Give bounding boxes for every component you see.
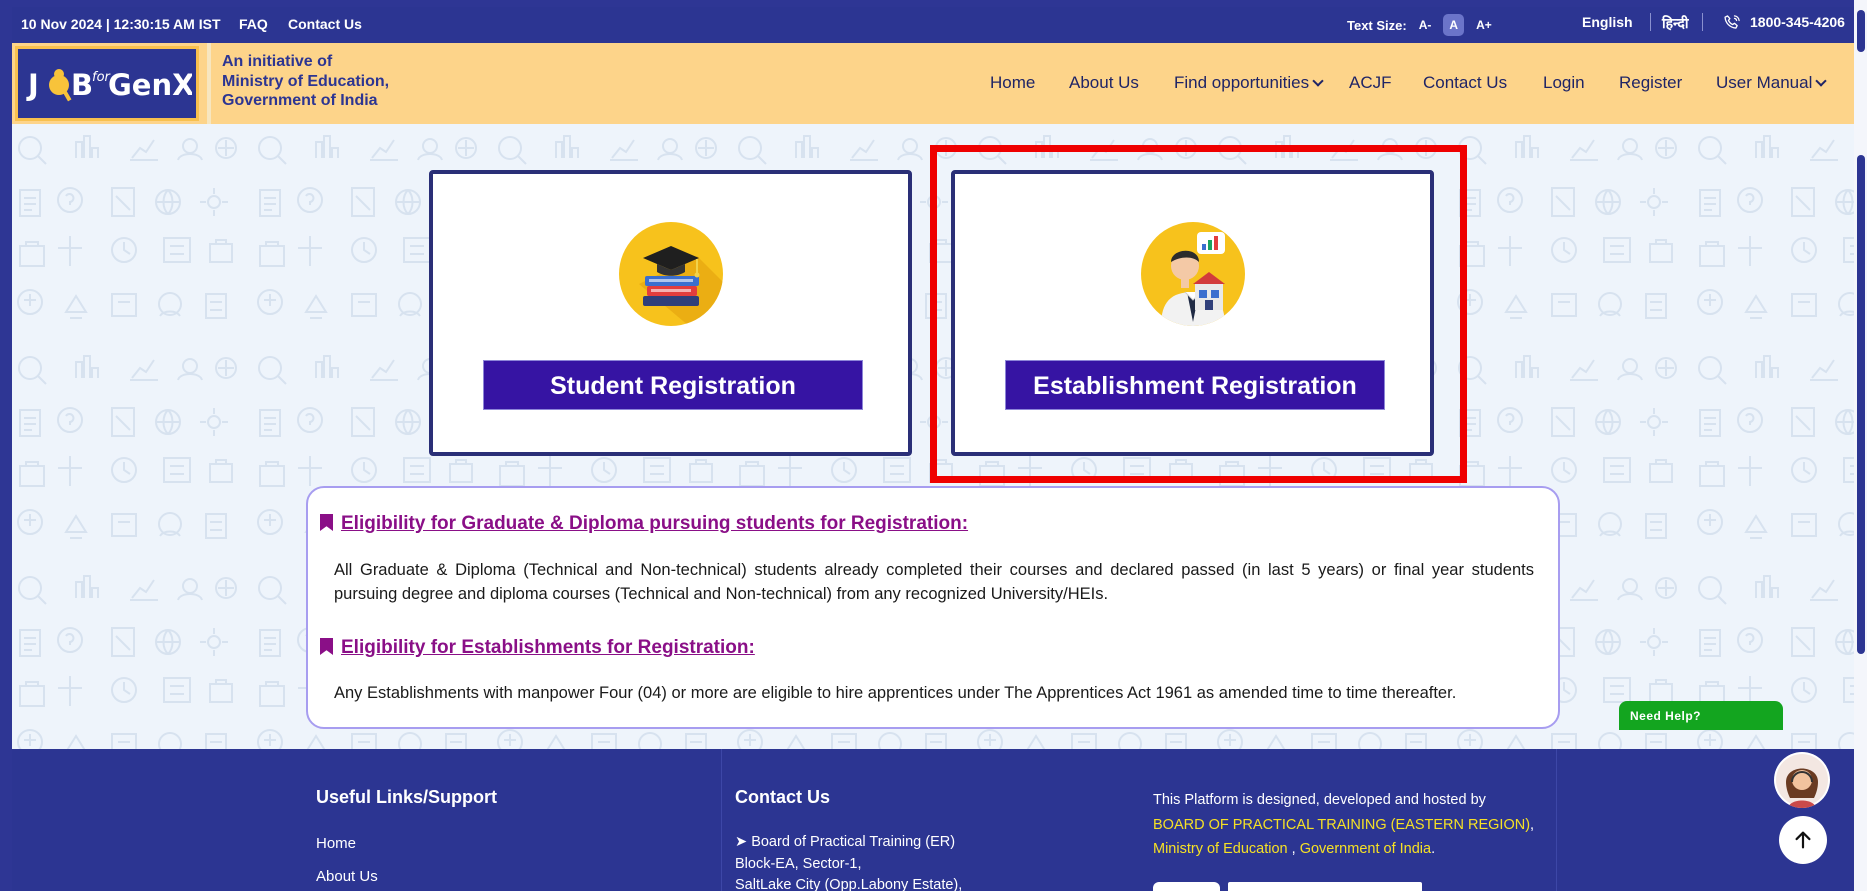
initiative-text: An initiative of Ministry of Education, … xyxy=(222,53,390,109)
need-help-button[interactable]: Need Help? xyxy=(1619,701,1783,730)
businessman-building-icon xyxy=(1140,222,1245,326)
assistant-avatar-icon xyxy=(1776,754,1828,808)
footer-link-home[interactable]: Home xyxy=(316,835,356,852)
nav-register[interactable]: Register xyxy=(1619,73,1682,93)
nav-find-opportunities[interactable]: Find opportunities xyxy=(1174,73,1324,93)
language-hindi-link[interactable]: हिन्दी xyxy=(1662,14,1688,33)
bookmark-icon xyxy=(320,638,333,655)
faq-link[interactable]: FAQ xyxy=(239,16,268,32)
divider xyxy=(1650,13,1651,31)
bookmark-icon xyxy=(320,514,333,531)
footer-address: ➤ Board of Practical Training (ER) Block… xyxy=(735,834,963,891)
site-logo[interactable]: J B for GenX xyxy=(15,46,199,121)
jobforgenx-logo-icon: J B for GenX xyxy=(26,68,192,102)
eligibility-info-box: Eligibility for Graduate & Diploma pursu… xyxy=(306,486,1560,729)
government-link[interactable]: Government of India xyxy=(1300,841,1431,857)
svg-text:B: B xyxy=(71,68,93,102)
nav-about-us[interactable]: About Us xyxy=(1069,73,1139,93)
chat-assistant-avatar[interactable] xyxy=(1774,752,1830,808)
text-size-control: Text Size: A- A A+ xyxy=(1347,14,1498,36)
top-utility-bar: 10 Nov 2024 | 12:30:15 AM IST FAQ Contac… xyxy=(12,7,1854,43)
chevron-down-icon xyxy=(1815,75,1828,87)
text-size-decrease-button[interactable]: A- xyxy=(1413,14,1438,36)
graduate-eligibility-text: All Graduate & Diploma (Technical and No… xyxy=(334,561,1534,603)
establishment-registration-card[interactable]: Establishment Registration xyxy=(951,170,1434,456)
scrollbar-thumb[interactable] xyxy=(1857,155,1865,654)
current-datetime: 10 Nov 2024 | 12:30:15 AM IST xyxy=(21,16,221,32)
board-link[interactable]: BOARD OF PRACTICAL TRAINING (EASTERN REG… xyxy=(1153,817,1530,833)
nav-home[interactable]: Home xyxy=(990,73,1035,93)
svg-text:J: J xyxy=(26,68,39,102)
footer-badge[interactable] xyxy=(1153,882,1220,891)
scroll-to-top-button[interactable] xyxy=(1779,816,1827,864)
text-size-normal-button[interactable]: A xyxy=(1443,14,1465,36)
text-size-increase-button[interactable]: A+ xyxy=(1470,14,1498,36)
divider xyxy=(1556,749,1557,891)
divider xyxy=(207,43,211,124)
chevron-down-icon xyxy=(1312,75,1324,87)
phone-icon xyxy=(1722,13,1742,36)
site-footer: Useful Links/Support Home About Us Conta… xyxy=(12,749,1854,891)
text-size-label: Text Size: xyxy=(1347,17,1407,33)
arrow-up-icon xyxy=(1795,831,1811,849)
site-header: J B for GenX An initiative of Ministry o… xyxy=(12,43,1854,124)
student-registration-button[interactable]: Student Registration xyxy=(483,360,863,410)
language-english-link[interactable]: English xyxy=(1582,14,1633,30)
footer-contact-heading: Contact Us xyxy=(735,787,831,807)
nav-contact-us[interactable]: Contact Us xyxy=(1423,73,1507,93)
graduate-eligibility-heading: Eligibility for Graduate & Diploma pursu… xyxy=(320,512,968,535)
useful-links-heading: Useful Links/Support xyxy=(316,787,498,807)
location-arrow-icon: ➤ xyxy=(735,834,748,850)
top-contact-link[interactable]: Contact Us xyxy=(288,16,362,32)
footer-link-about-us[interactable]: About Us xyxy=(316,868,378,885)
establishment-eligibility-text: Any Establishments with manpower Four (0… xyxy=(334,684,1457,702)
footer-badge[interactable] xyxy=(1228,882,1422,891)
nav-acjf[interactable]: ACJF xyxy=(1349,73,1392,93)
svg-text:GenX: GenX xyxy=(108,68,192,102)
divider xyxy=(1702,13,1703,31)
nav-login[interactable]: Login xyxy=(1543,73,1585,93)
establishment-registration-button[interactable]: Establishment Registration xyxy=(1005,360,1385,410)
ministry-link[interactable]: Ministry of Education xyxy=(1153,841,1288,857)
helpline-number[interactable]: 1800-345-4206 xyxy=(1750,14,1845,30)
student-registration-card[interactable]: Student Registration xyxy=(429,170,912,456)
establishment-eligibility-heading: Eligibility for Establishments for Regis… xyxy=(320,636,755,659)
scrollbar-top-segment xyxy=(1857,10,1865,52)
nav-user-manual[interactable]: User Manual xyxy=(1716,73,1828,93)
platform-credit: This Platform is designed, developed and… xyxy=(1153,792,1535,857)
divider xyxy=(721,749,722,891)
graduation-cap-books-icon xyxy=(618,222,723,326)
